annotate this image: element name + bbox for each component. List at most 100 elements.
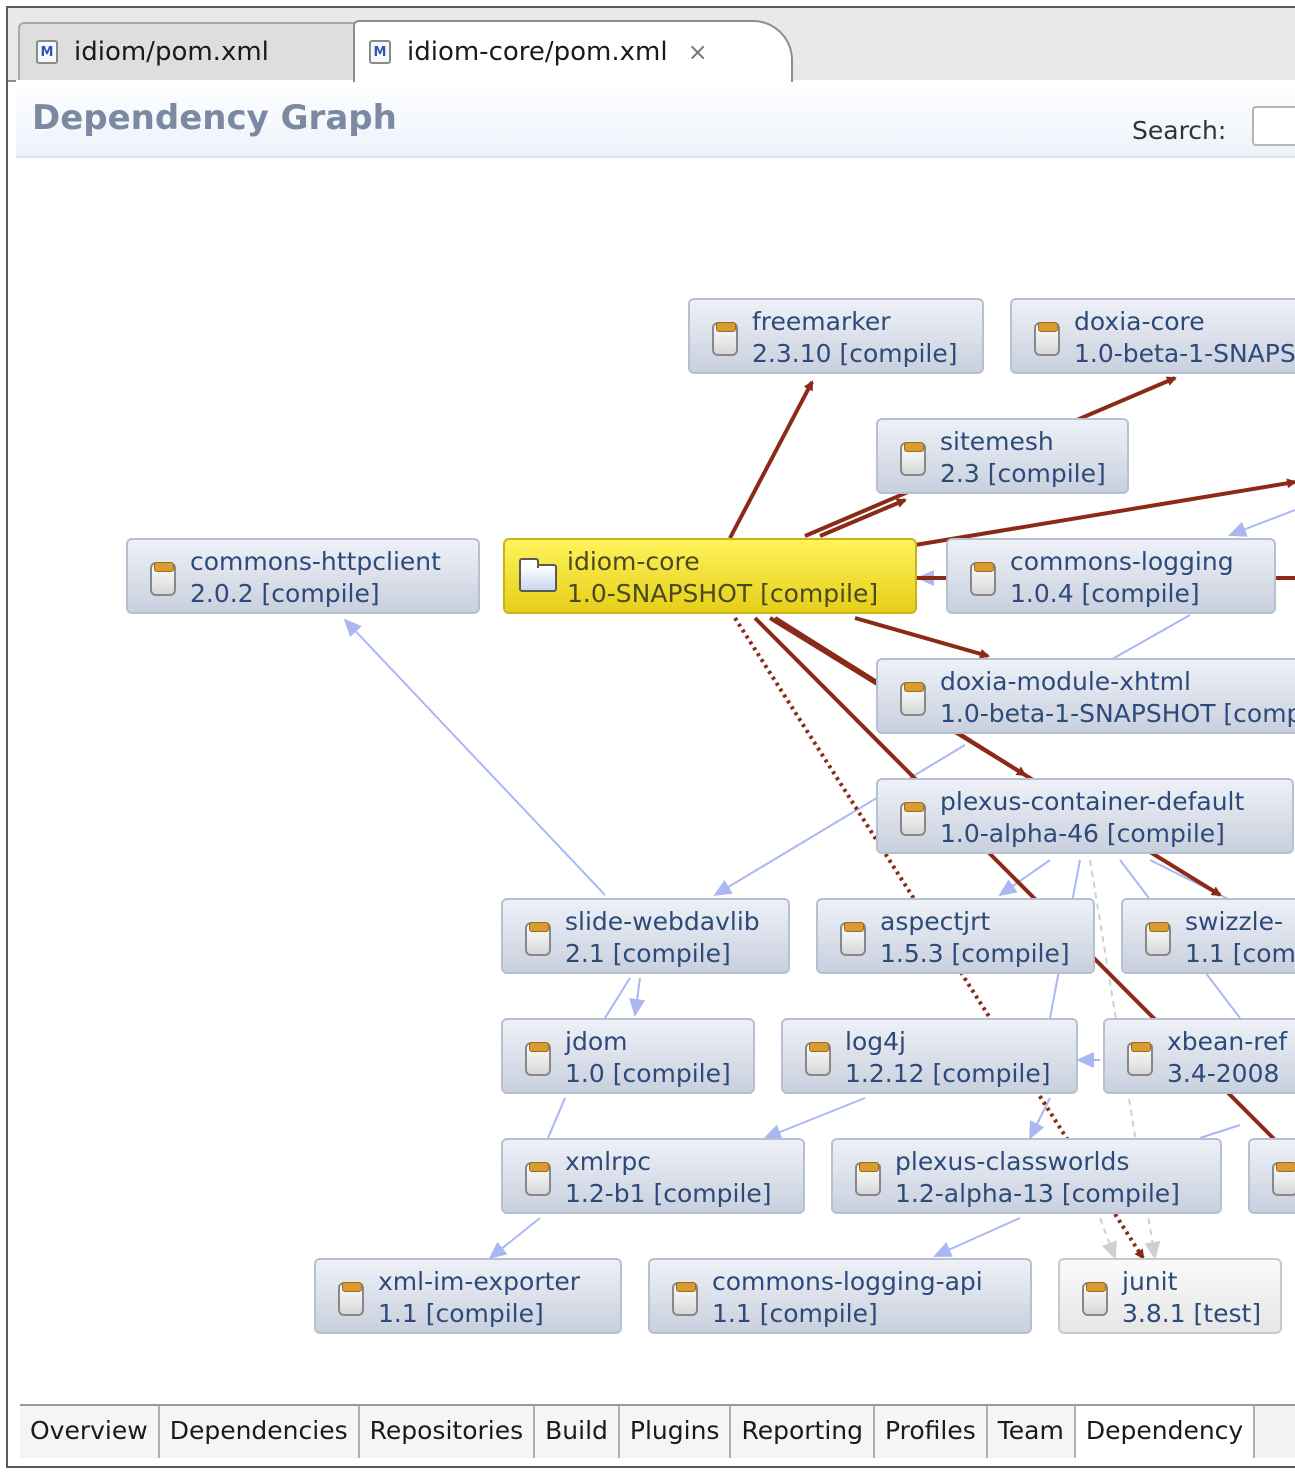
node-plexus-container-default[interactable]: plexus-container-default 1.0-alpha-46 [c…: [876, 778, 1294, 854]
jar-icon: [900, 682, 926, 716]
maven-file-icon: [36, 40, 58, 64]
jar-icon: [672, 1282, 698, 1316]
jar-icon: [1082, 1282, 1108, 1316]
node-log4j[interactable]: log4j 1.2.12 [compile]: [781, 1018, 1078, 1094]
tab-team[interactable]: Team: [987, 1406, 1076, 1458]
tab-idiom-pom[interactable]: idiom/pom.xml: [18, 22, 358, 80]
node-doxia-core[interactable]: doxia-core 1.0-beta-1-SNAPSHOT [compile]: [1010, 298, 1295, 374]
artifact-name: commons-logging-api: [712, 1267, 983, 1296]
tab-overview[interactable]: Overview: [20, 1406, 160, 1458]
node-commons-logging-api[interactable]: commons-logging-api 1.1 [compile]: [648, 1258, 1032, 1334]
artifact-version: 2.1 [compile]: [565, 939, 731, 968]
jar-icon: [150, 562, 176, 596]
project-folder-icon: [519, 558, 557, 592]
artifact-version: 2.3 [compile]: [940, 459, 1106, 488]
artifact-name: log4j: [845, 1027, 906, 1056]
artifact-name: doxia-module-xhtml: [940, 667, 1191, 696]
node-commons-httpclient[interactable]: commons-httpclient 2.0.2 [compile]: [126, 538, 480, 614]
artifact-version: 3.4-2008: [1167, 1059, 1280, 1088]
artifact-name: swizzle-: [1185, 907, 1284, 936]
tab-label: idiom-core/pom.xml: [407, 37, 668, 67]
node-unlabeled-partial[interactable]: [1248, 1138, 1295, 1214]
jar-icon: [855, 1162, 881, 1196]
artifact-version: 1.0-beta-1-SNAPSHOT [compile]: [940, 699, 1295, 728]
node-xmlrpc[interactable]: xmlrpc 1.2-b1 [compile]: [501, 1138, 805, 1214]
artifact-name: sitemesh: [940, 427, 1054, 456]
node-commons-logging[interactable]: commons-logging 1.0.4 [compile]: [946, 538, 1276, 614]
artifact-version: 1.0 [compile]: [565, 1059, 731, 1088]
jar-icon: [712, 322, 738, 356]
jar-icon: [900, 802, 926, 836]
jar-icon: [970, 562, 996, 596]
artifact-version: 2.3.10 [compile]: [752, 339, 958, 368]
artifact-name: commons-httpclient: [190, 547, 441, 576]
jar-icon: [840, 922, 866, 956]
artifact-version: 1.0-beta-1-SNAPSHOT [compile]: [1074, 339, 1295, 368]
node-swizzle[interactable]: swizzle- 1.1 [com: [1121, 898, 1295, 974]
artifact-name: plexus-classworlds: [895, 1147, 1130, 1176]
pom-editor-window: idiom/pom.xml idiom-core/pom.xml ×: [6, 6, 1295, 1468]
artifact-version: 1.5.3 [compile]: [880, 939, 1070, 968]
search-label: Search:: [1132, 116, 1227, 145]
jar-icon: [805, 1042, 831, 1076]
node-jdom[interactable]: jdom 1.0 [compile]: [501, 1018, 755, 1094]
artifact-version: 1.1 [compile]: [712, 1299, 878, 1328]
tab-idiom-core-pom[interactable]: idiom-core/pom.xml ×: [353, 20, 793, 82]
artifact-name: plexus-container-default: [940, 787, 1245, 816]
artifact-name: xml-im-exporter: [378, 1267, 581, 1296]
tab-dependencies[interactable]: Dependencies: [159, 1406, 360, 1458]
jar-icon: [1034, 322, 1060, 356]
artifact-name: commons-logging: [1010, 547, 1234, 576]
artifact-name: slide-webdavlib: [565, 907, 760, 936]
node-aspectjrt[interactable]: aspectjrt 1.5.3 [compile]: [816, 898, 1095, 974]
node-junit[interactable]: junit 3.8.1 [test]: [1058, 1258, 1282, 1334]
editor-page-tabs: Overview Dependencies Repositories Build…: [20, 1404, 1295, 1458]
artifact-name: jdom: [565, 1027, 628, 1056]
artifact-version: 1.1 [com: [1185, 939, 1295, 968]
artifact-version: 1.2.12 [compile]: [845, 1059, 1051, 1088]
jar-icon: [1145, 922, 1171, 956]
node-doxia-module-xhtml[interactable]: doxia-module-xhtml 1.0-beta-1-SNAPSHOT […: [876, 658, 1295, 734]
jar-icon: [525, 1162, 551, 1196]
node-freemarker[interactable]: freemarker 2.3.10 [compile]: [688, 298, 984, 374]
artifact-version: 1.1 [compile]: [378, 1299, 544, 1328]
page-title: Dependency Graph: [32, 98, 397, 138]
artifact-version: 1.2-b1 [compile]: [565, 1179, 772, 1208]
artifact-version: 3.8.1 [test]: [1122, 1299, 1262, 1328]
artifact-name: idiom-core: [567, 547, 700, 576]
artifact-name: xbean-ref: [1167, 1027, 1288, 1056]
tab-repositories[interactable]: Repositories: [359, 1406, 536, 1458]
artifact-version: 2.0.2 [compile]: [190, 579, 380, 608]
jar-icon: [525, 922, 551, 956]
artifact-name: doxia-core: [1074, 307, 1205, 336]
node-xbean[interactable]: xbean-ref 3.4-2008: [1103, 1018, 1295, 1094]
jar-icon: [900, 442, 926, 476]
tab-profiles[interactable]: Profiles: [875, 1406, 988, 1458]
artifact-name: freemarker: [752, 307, 891, 336]
node-plexus-classworlds[interactable]: plexus-classworlds 1.2-alpha-13 [compile…: [831, 1138, 1222, 1214]
artifact-version: 1.0-SNAPSHOT [compile]: [567, 579, 879, 608]
tab-dependency-graph[interactable]: Dependency: [1075, 1406, 1256, 1458]
search-input[interactable]: [1252, 106, 1295, 146]
node-xml-im-exporter[interactable]: xml-im-exporter 1.1 [compile]: [314, 1258, 622, 1334]
jar-icon: [338, 1282, 364, 1316]
tab-label: idiom/pom.xml: [74, 37, 269, 67]
editor-tab-bar: idiom/pom.xml idiom-core/pom.xml ×: [8, 8, 1295, 82]
node-sitemesh[interactable]: sitemesh 2.3 [compile]: [876, 418, 1129, 494]
tab-plugins[interactable]: Plugins: [619, 1406, 732, 1458]
jar-icon: [1272, 1162, 1295, 1196]
artifact-version: 1.0-alpha-46 [compile]: [940, 819, 1225, 848]
graph-header: Dependency Graph Search:: [16, 80, 1295, 158]
node-slide-webdavlib[interactable]: slide-webdavlib 2.1 [compile]: [501, 898, 790, 974]
artifact-name: xmlrpc: [565, 1147, 651, 1176]
jar-icon: [1127, 1042, 1153, 1076]
artifact-version: 1.0.4 [compile]: [1010, 579, 1200, 608]
close-icon[interactable]: ×: [688, 38, 708, 66]
tab-build[interactable]: Build: [535, 1406, 620, 1458]
maven-file-icon: [369, 40, 391, 64]
tab-reporting[interactable]: Reporting: [731, 1406, 875, 1458]
artifact-version: 1.2-alpha-13 [compile]: [895, 1179, 1180, 1208]
jar-icon: [525, 1042, 551, 1076]
node-idiom-core[interactable]: idiom-core 1.0-SNAPSHOT [compile]: [503, 538, 917, 614]
artifact-name: aspectjrt: [880, 907, 991, 936]
